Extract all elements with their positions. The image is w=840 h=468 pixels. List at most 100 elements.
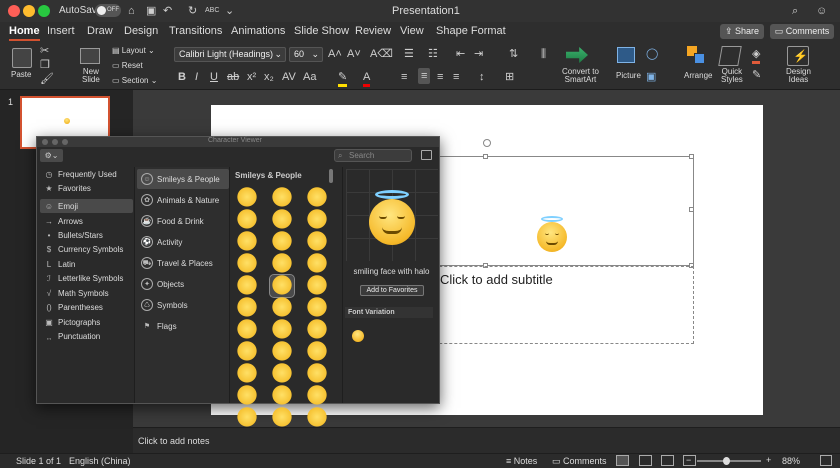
tab-shape-format[interactable]: Shape Format (436, 25, 506, 37)
cv-emoji-cell[interactable] (235, 297, 259, 319)
section-button[interactable]: ▭ Section ⌄ (112, 76, 157, 85)
cut-icon[interactable]: ✂ (40, 44, 49, 58)
cv-close-button[interactable] (42, 139, 48, 145)
highlight-icon[interactable]: ✎ (338, 70, 348, 87)
cv-emoji-cell[interactable] (305, 363, 329, 385)
cv-emoji-cell[interactable] (269, 274, 295, 298)
minimize-window-button[interactable] (23, 5, 35, 17)
paste-icon[interactable] (12, 48, 32, 68)
new-slide-icon[interactable] (80, 48, 100, 64)
layout-button[interactable]: ▤ Layout ⌄ (112, 46, 155, 55)
language-indicator[interactable]: English (China) (69, 456, 131, 466)
title-placeholder[interactable] (409, 156, 694, 266)
resize-handle[interactable] (483, 154, 488, 159)
font-color-icon[interactable]: A (363, 70, 371, 87)
justify-icon[interactable]: ≡ (453, 70, 459, 84)
align-center-icon[interactable]: ≡ (418, 68, 431, 84)
zoom-level[interactable]: 88% (782, 456, 800, 466)
shape-fill-icon[interactable]: ◈ (752, 47, 761, 64)
zoom-in-icon[interactable]: + (766, 455, 771, 465)
cv-emoji-cell[interactable] (235, 209, 259, 231)
fit-slide-icon[interactable] (820, 455, 832, 466)
normal-view-icon[interactable] (616, 455, 629, 466)
save-icon[interactable]: ▣ (146, 4, 156, 18)
superscript-icon[interactable]: x² (247, 70, 256, 84)
align-right-icon[interactable]: ≡ (437, 70, 443, 84)
reading-view-icon[interactable] (661, 455, 674, 466)
notes-pane[interactable]: Click to add notes (133, 427, 840, 453)
cv-grid-scrollbar[interactable] (329, 169, 333, 183)
cv-emoji-cell[interactable] (270, 187, 294, 209)
notes-toggle[interactable]: ≡ Notes (506, 456, 537, 466)
text-direction-icon[interactable]: ⇅ (509, 47, 518, 61)
undo-icon[interactable]: ↶ (163, 4, 172, 18)
slide-sorter-icon[interactable] (639, 455, 652, 466)
cv-font-variation-emoji-icon[interactable] (352, 330, 364, 342)
cv-emoji-cell[interactable] (270, 253, 294, 275)
cv-emoji-cell[interactable] (270, 319, 294, 341)
cv-emoji-cell[interactable] (305, 275, 329, 297)
home-icon[interactable]: ⌂ (128, 4, 135, 18)
subscript-icon[interactable]: x₂ (264, 70, 274, 84)
cv-emoji-cell[interactable] (305, 385, 329, 407)
copy-icon[interactable]: ❐ (40, 58, 50, 72)
cv-emoji-cell[interactable] (305, 297, 329, 319)
subtitle-placeholder[interactable]: Click to add subtitle (409, 266, 694, 344)
resize-handle[interactable] (689, 207, 694, 212)
emoji-smiling-face-with-halo[interactable] (537, 216, 567, 252)
cv-sub-food-drink[interactable]: ☕ Food & Drink (137, 211, 229, 231)
cv-emoji-cell[interactable] (235, 363, 259, 385)
search-icon[interactable]: ⌕ (792, 4, 798, 18)
autosave-toggle[interactable]: OFF (95, 4, 121, 17)
font-size-select[interactable]: 60 ⌄ (289, 47, 323, 62)
cv-emoji-cell[interactable] (235, 341, 259, 363)
shapes-icon[interactable]: ◯ (646, 47, 658, 61)
line-spacing-icon[interactable]: ↕ (479, 70, 485, 84)
cv-sub-activity[interactable]: ⚽ Activity (137, 232, 229, 252)
cv-emoji-cell[interactable] (235, 407, 259, 429)
cv-sub-symbols[interactable]: ♺ Symbols (137, 295, 229, 315)
add-to-favorites-button[interactable]: Add to Favorites (360, 285, 424, 296)
tab-transitions[interactable]: Transitions (169, 25, 222, 37)
customize-icon[interactable]: ⌄ (225, 4, 234, 18)
tab-draw[interactable]: Draw (87, 25, 113, 37)
comments-toggle[interactable]: ▭ Comments (552, 456, 607, 467)
zoom-slider[interactable] (697, 457, 761, 465)
clear-formatting-icon[interactable]: A⌫ (370, 47, 393, 61)
cv-category-emoji[interactable]: ☺ Emoji (40, 199, 133, 213)
shape-outline-icon[interactable]: ✎ (752, 68, 761, 82)
decrease-font-icon[interactable]: A˅ (347, 47, 361, 61)
underline-icon[interactable]: U (210, 70, 218, 84)
increase-font-icon[interactable]: A˄ (328, 47, 342, 61)
cv-emoji-cell[interactable] (305, 209, 329, 231)
cv-sub-travel-places[interactable]: ⛟ Travel & Places (137, 253, 229, 273)
cv-emoji-cell[interactable] (270, 341, 294, 363)
columns-icon[interactable]: ⫼ (541, 47, 546, 61)
text-box-icon[interactable]: ⊞ (505, 70, 514, 84)
cv-emoji-cell[interactable] (270, 209, 294, 231)
cv-emoji-cell[interactable] (235, 275, 259, 297)
cv-emoji-cell[interactable] (270, 297, 294, 319)
character-spacing-icon[interactable]: AV (282, 70, 296, 84)
smartart-icon[interactable] (566, 47, 588, 63)
design-ideas-icon[interactable]: ⚡ (787, 46, 809, 66)
tab-view[interactable]: View (400, 25, 424, 37)
quick-styles-icon[interactable] (718, 46, 742, 66)
cv-emoji-cell[interactable] (305, 341, 329, 363)
italic-icon[interactable]: I (195, 70, 198, 84)
text-box-insert-icon[interactable]: ▣ (646, 70, 656, 84)
font-name-select[interactable]: Calibri Light (Headings) ⌄ (174, 47, 286, 62)
cv-zoom-button[interactable] (62, 139, 68, 145)
spelling-icon[interactable]: ABC (205, 4, 219, 18)
increase-indent-icon[interactable]: ⇥ (474, 47, 483, 61)
numbering-icon[interactable]: ☷ (428, 47, 438, 61)
cv-emoji-cell[interactable] (305, 231, 329, 253)
cv-titlebar[interactable]: Character Viewer (37, 137, 439, 147)
cv-emoji-cell[interactable] (235, 187, 259, 209)
cv-search-input[interactable]: ⌕ Search (334, 149, 412, 162)
bullets-icon[interactable]: ☰ (404, 47, 414, 61)
cv-emoji-cell[interactable] (235, 319, 259, 341)
tab-review[interactable]: Review (355, 25, 391, 37)
cv-emoji-cell[interactable] (235, 231, 259, 253)
cv-action-gear-icon[interactable]: ⚙⌄ (40, 149, 63, 162)
